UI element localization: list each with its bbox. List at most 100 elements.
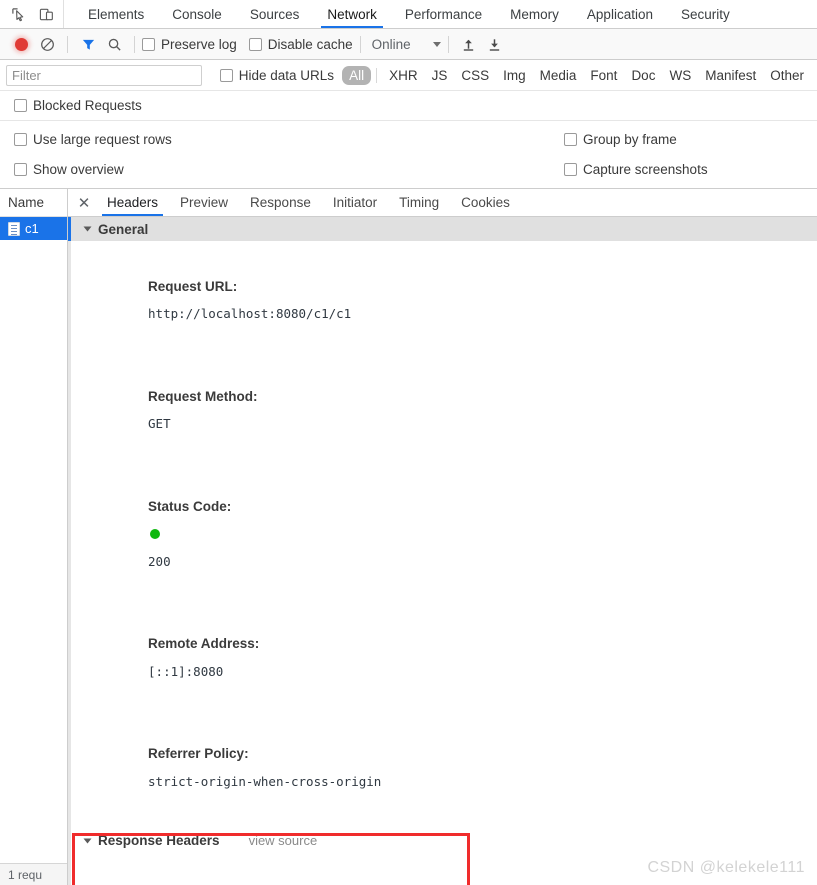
tab-security-label: Security (680, 6, 730, 22)
clear-button[interactable] (34, 33, 60, 55)
detail-tab-initiator-label: Initiator (332, 195, 378, 210)
section-response-headers-header[interactable]: Response Headers view source (68, 828, 817, 853)
blocked-requests-checkbox[interactable]: Blocked Requests (14, 98, 142, 113)
filter-funnel-icon (82, 39, 94, 50)
blocked-requests-box (14, 99, 27, 112)
type-filter-all[interactable]: All (342, 65, 372, 85)
type-filter-ws[interactable]: WS (662, 66, 698, 85)
request-row-name: c1 (25, 221, 39, 236)
filter-input[interactable] (6, 64, 202, 86)
type-filter-js[interactable]: JS (425, 66, 455, 85)
detail-tab-cookies[interactable]: Cookies (450, 189, 521, 216)
tab-memory-label: Memory (510, 6, 559, 22)
search-icon (108, 38, 121, 51)
inspect-icon[interactable] (9, 5, 27, 23)
disable-cache-checkbox[interactable]: Disable cache (248, 37, 353, 52)
header-key: Request Method: (148, 388, 258, 404)
toolbar-divider-1 (67, 35, 68, 53)
tab-memory[interactable]: Memory (496, 0, 573, 28)
settings-row-1: Use large request rows Group by frame (14, 125, 803, 155)
export-har-button[interactable] (482, 33, 508, 55)
hide-data-urls-box (219, 68, 233, 82)
tab-performance[interactable]: Performance (391, 0, 496, 28)
clear-icon (40, 37, 54, 51)
detail-tab-preview[interactable]: Preview (169, 189, 239, 216)
detail-tab-bar: ✕ Headers Preview Response Initiator Tim… (68, 189, 817, 217)
use-large-rows-box (14, 133, 27, 146)
devtools-window: Elements Console Sources Network Perform… (0, 0, 817, 885)
tab-application[interactable]: Application (573, 0, 667, 28)
filter-toggle-button[interactable] (75, 33, 101, 55)
header-value: GET (148, 416, 171, 431)
headers-content: General Request URL: http://localhost:80… (68, 217, 817, 885)
header-row-request-method: Request Method: GET (71, 355, 817, 465)
group-by-frame-checkbox[interactable]: Group by frame (564, 132, 677, 147)
import-har-button[interactable] (456, 33, 482, 55)
show-overview-checkbox[interactable]: Show overview (14, 162, 564, 177)
detail-tab-cookies-label: Cookies (461, 195, 510, 210)
dock-icon-group (0, 0, 64, 28)
detail-tab-timing[interactable]: Timing (388, 189, 450, 216)
show-overview-label: Show overview (33, 162, 124, 177)
blocked-requests-row: Blocked Requests (0, 91, 817, 121)
network-toolbar: Preserve log Disable cache Online (0, 29, 817, 60)
device-toggle-icon[interactable] (37, 5, 55, 23)
search-button[interactable] (101, 33, 127, 55)
type-filter-img[interactable]: Img (496, 66, 533, 85)
tab-security[interactable]: Security (667, 0, 744, 28)
use-large-rows-checkbox[interactable]: Use large request rows (14, 132, 564, 147)
close-icon[interactable]: ✕ (72, 189, 96, 216)
group-by-frame-box (564, 133, 577, 146)
throttle-dropdown[interactable]: Online (372, 37, 441, 52)
preserve-log-box (142, 37, 155, 51)
capture-screenshots-checkbox[interactable]: Capture screenshots (564, 162, 708, 177)
detail-tab-response[interactable]: Response (239, 189, 322, 216)
network-settings-pane: Use large request rows Group by frame Sh… (0, 121, 817, 189)
type-filter-media[interactable]: Media (533, 66, 584, 85)
chevron-down-icon (83, 838, 92, 843)
type-filter-css[interactable]: CSS (454, 66, 496, 85)
tab-application-label: Application (586, 6, 653, 22)
toolbar-divider-2 (134, 35, 135, 53)
preserve-log-checkbox[interactable]: Preserve log (142, 37, 237, 52)
section-general-title: General (98, 221, 149, 237)
detail-tab-initiator[interactable]: Initiator (322, 189, 388, 216)
detail-tab-response-label: Response (250, 195, 311, 210)
throttle-value: Online (371, 36, 411, 52)
tab-console[interactable]: Console (158, 0, 236, 28)
status-ok-dot-icon (150, 529, 161, 539)
detail-tab-headers[interactable]: Headers (96, 189, 169, 216)
toolbar-divider-4 (447, 35, 449, 53)
view-source-link-response[interactable]: view source (249, 833, 318, 848)
header-value: http://localhost:8080/c1/c1 (148, 306, 352, 321)
type-filter-font[interactable]: Font (583, 66, 624, 85)
capture-screenshots-box (564, 163, 577, 176)
chevron-down-icon (83, 226, 92, 232)
section-general-header[interactable]: General (68, 217, 817, 241)
tab-network-label: Network (327, 6, 377, 22)
devtools-tabbar: Elements Console Sources Network Perform… (0, 0, 817, 29)
settings-row-2: Show overview Capture screenshots (14, 155, 803, 185)
document-icon (8, 221, 20, 236)
export-har-icon (489, 39, 500, 51)
type-filter-manifest[interactable]: Manifest (698, 66, 763, 85)
detail-tab-timing-label: Timing (399, 195, 440, 210)
tab-sources-label: Sources (249, 6, 300, 22)
tab-console-label: Console (172, 6, 222, 22)
type-filter-xhr[interactable]: XHR (382, 66, 425, 85)
request-row-c1[interactable]: c1 (0, 217, 67, 240)
request-list-empty-area (0, 240, 67, 863)
hide-data-urls-checkbox[interactable]: Hide data URLs (219, 68, 334, 83)
header-value: strict-origin-when-cross-origin (148, 773, 382, 789)
record-button[interactable] (8, 33, 34, 55)
toolbar-divider-3 (359, 35, 361, 53)
type-filter-doc[interactable]: Doc (624, 66, 662, 85)
tab-sources[interactable]: Sources (236, 0, 314, 28)
section-general-body: Request URL: http://localhost:8080/c1/c1… (68, 241, 817, 829)
tab-network[interactable]: Network (313, 0, 391, 28)
request-list-panel: Name c1 1 requ (0, 189, 68, 885)
header-value: [::1]:8080 (148, 663, 224, 679)
header-row-request-url: Request URL: http://localhost:8080/c1/c1 (71, 245, 817, 355)
tab-elements[interactable]: Elements (74, 0, 158, 28)
type-filter-other[interactable]: Other (763, 66, 811, 85)
